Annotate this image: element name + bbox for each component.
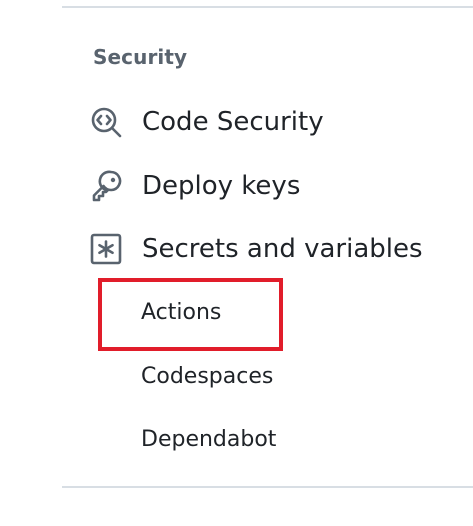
sidebar-subitem-actions[interactable]: Actions — [141, 296, 221, 330]
sidebar-item-label: Secrets and variables — [142, 234, 423, 264]
sidebar-subitem-codespaces[interactable]: Codespaces — [141, 360, 273, 394]
top-divider — [62, 6, 473, 8]
asterisk-box-icon — [86, 229, 126, 269]
sidebar-item-deploy-keys[interactable]: Deploy keys — [86, 164, 300, 208]
sidebar-subitem-dependabot[interactable]: Dependabot — [141, 423, 276, 457]
sidebar-item-label: Code Security — [142, 107, 324, 137]
sidebar-item-code-security[interactable]: Code Security — [86, 100, 324, 144]
section-heading-security: Security — [93, 45, 188, 69]
code-security-icon — [86, 102, 126, 142]
bottom-divider — [62, 486, 473, 488]
key-icon — [86, 166, 126, 206]
sidebar-item-label: Deploy keys — [142, 171, 301, 201]
sidebar-item-secrets-and-variables[interactable]: Secrets and variables — [86, 227, 423, 271]
